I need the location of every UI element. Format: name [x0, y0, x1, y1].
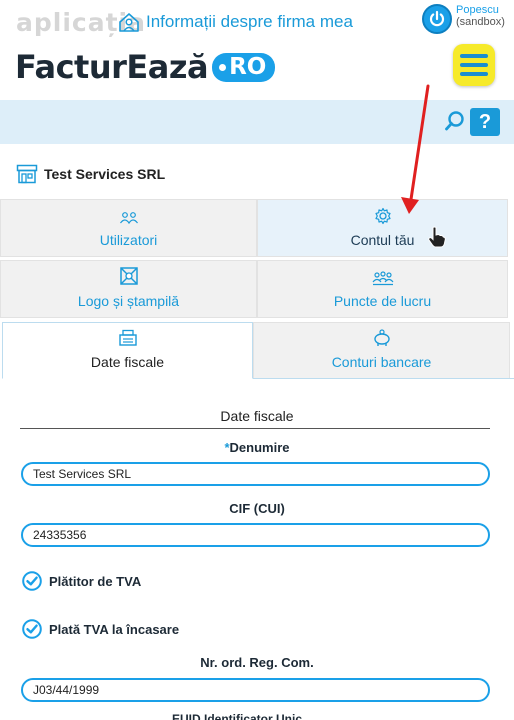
- company-name: Test Services SRL: [44, 166, 166, 182]
- reg-com-input[interactable]: [21, 678, 490, 702]
- logo-stamp-icon: [119, 267, 138, 285]
- mouse-pointer-icon: [427, 226, 447, 253]
- form-section-title: Date fiscale: [220, 408, 294, 424]
- page-title: Informații despre firma mea: [118, 11, 353, 33]
- app-logo[interactable]: FacturEază RO: [15, 48, 276, 86]
- logo-badge: RO: [212, 52, 276, 82]
- company-name-input[interactable]: [21, 462, 490, 486]
- tab-workpoints-label: Puncte de lucru: [333, 293, 432, 309]
- tab-fiscal[interactable]: Date fiscale: [2, 322, 253, 379]
- fiscal-register-icon: [118, 329, 137, 346]
- vat-cash-checkbox[interactable]: Plată TVA la încasare: [22, 619, 179, 639]
- tab-users-label: Utilizatori: [99, 232, 158, 248]
- tab-logo[interactable]: Logo și ștampilă: [0, 260, 257, 318]
- power-icon: [429, 10, 445, 27]
- vat-payer-label: Plătitor de TVA: [49, 573, 142, 589]
- tab-logo-label: Logo și ștampilă: [77, 293, 180, 309]
- piggy-bank-icon: [373, 329, 390, 346]
- gear-icon: [374, 207, 391, 225]
- user-environment: (sandbox): [456, 16, 505, 28]
- tab-users[interactable]: Utilizatori: [0, 199, 257, 257]
- company-heading: Test Services SRL: [16, 164, 165, 184]
- menu-icon-bar: [460, 54, 488, 58]
- tab-account[interactable]: Contul tău: [257, 199, 508, 257]
- section-divider: [20, 428, 490, 429]
- checkmark-icon: [22, 619, 42, 639]
- help-button[interactable]: ?: [470, 108, 500, 136]
- users-icon: [119, 212, 138, 225]
- shop-icon: [16, 164, 38, 184]
- user-box: Popescu (sandbox): [422, 4, 505, 34]
- page-title-text: Informații despre firma mea: [146, 12, 353, 31]
- vat-payer-checkbox[interactable]: Plătitor de TVA: [22, 571, 141, 591]
- search-button[interactable]: [444, 110, 466, 137]
- logout-button[interactable]: [422, 4, 452, 34]
- menu-icon-bar: [460, 63, 488, 67]
- tab-banks-label: Conturi bancare: [331, 354, 432, 370]
- page-title-bar: [0, 100, 514, 144]
- vat-cash-label: Plată TVA la încasare: [49, 621, 180, 637]
- euid-field-label: EUID Identificator Unic: [172, 712, 303, 720]
- hamburger-menu-button[interactable]: [453, 44, 495, 86]
- logo-wordmark: FacturEază: [15, 48, 209, 86]
- cif-input[interactable]: [21, 523, 490, 547]
- menu-icon-bar: [460, 72, 488, 76]
- company-house-icon: [119, 13, 139, 32]
- workpoints-icon: [372, 271, 393, 286]
- tab-fiscal-label: Date fiscale: [90, 354, 165, 370]
- user-name[interactable]: Popescu: [456, 4, 505, 16]
- search-icon: [445, 111, 464, 131]
- tab-workpoints[interactable]: Puncte de lucru: [257, 260, 508, 318]
- cif-field-label: CIF (CUI): [229, 501, 285, 516]
- reg-com-field-label: Nr. ord. Reg. Com.: [200, 655, 314, 670]
- tab-banks[interactable]: Conturi bancare: [253, 322, 510, 379]
- tab-account-label: Contul tău: [350, 232, 415, 248]
- checkmark-icon: [22, 571, 42, 591]
- name-field-label: *Denumire: [224, 440, 290, 455]
